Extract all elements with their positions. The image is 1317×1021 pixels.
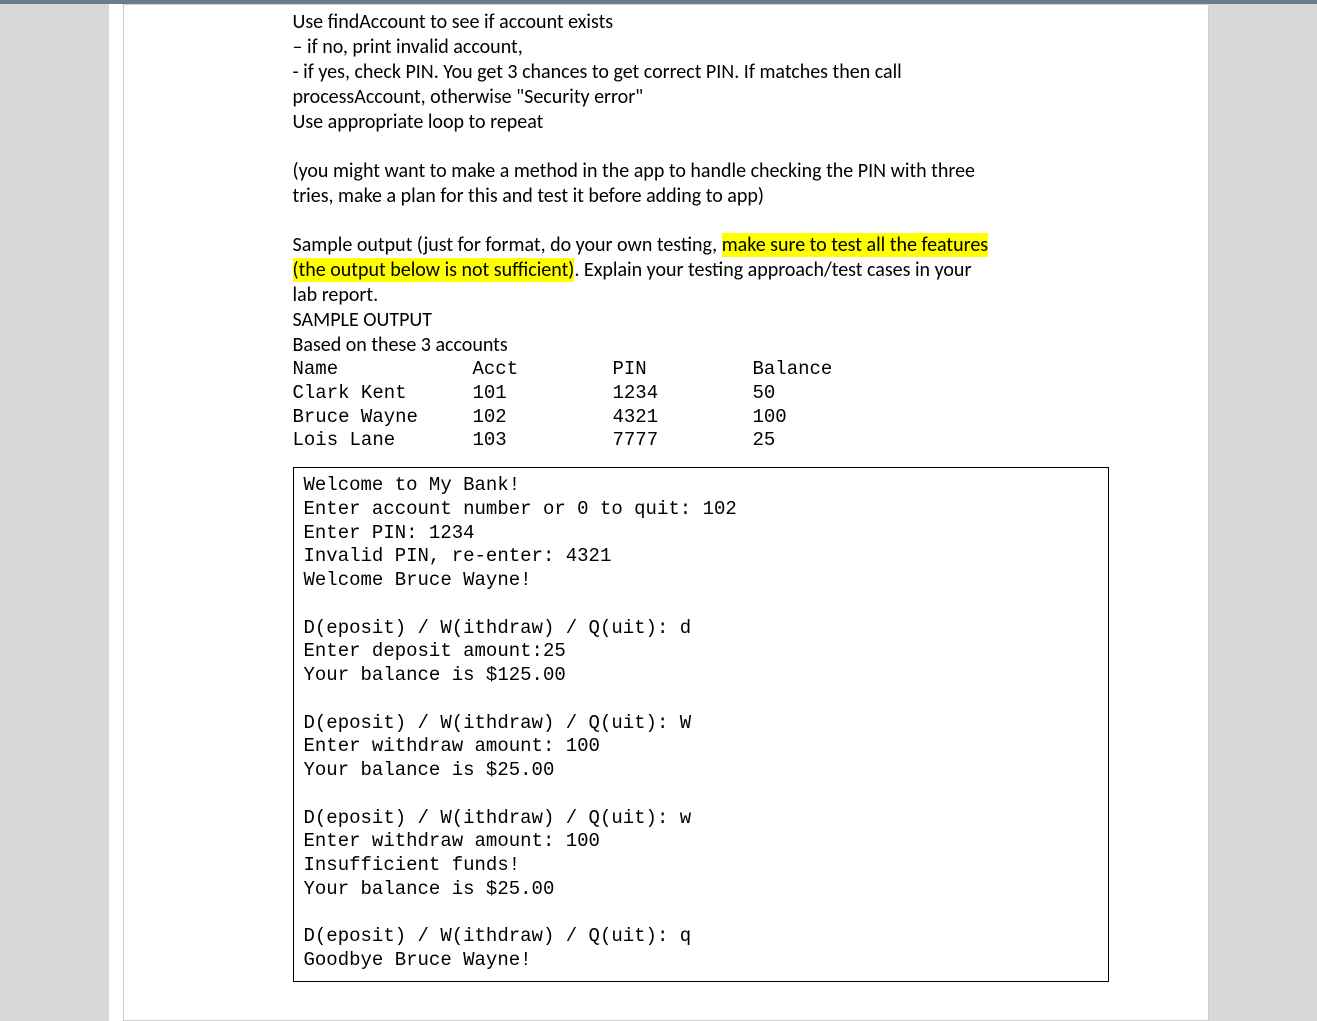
cell-acct: 101	[473, 382, 613, 406]
text-run: . Explain your testing approach/test cas…	[574, 258, 971, 282]
instruction-line: Use appropriate loop to repeat	[293, 110, 1109, 135]
instruction-line: processAccount, otherwise "Security erro…	[293, 85, 1109, 110]
account-row: Bruce Wayne 102 4321 100	[293, 406, 1109, 430]
cell-pin: 7777	[613, 429, 753, 453]
sample-output-heading: SAMPLE OUTPUT	[293, 308, 1109, 333]
highlighted-text: (the output below is not sufficient)	[293, 258, 575, 282]
accounts-intro: Based on these 3 accounts	[293, 333, 1109, 358]
account-row: Lois Lane 103 7777 25	[293, 429, 1109, 453]
cell-balance: 100	[753, 406, 1109, 430]
instruction-line: – if no, print invalid account,	[293, 35, 1109, 60]
accounts-header-row: Name Acct PIN Balance	[293, 358, 1109, 382]
cell-pin: 4321	[613, 406, 753, 430]
cell-balance: 50	[753, 382, 1109, 406]
instruction-line: lab report.	[293, 283, 1109, 308]
cell-pin: 1234	[613, 382, 753, 406]
instruction-line: - if yes, check PIN. You get 3 chances t…	[293, 60, 1109, 85]
cell-acct: 103	[473, 429, 613, 453]
instruction-line: (the output below is not sufficient). Ex…	[293, 258, 1109, 283]
col-acct: Acct	[473, 358, 613, 382]
document-page: Use findAccount to see if account exists…	[123, 4, 1209, 1021]
instruction-line: (you might want to make a method in the …	[293, 159, 1109, 184]
col-balance: Balance	[753, 358, 1109, 382]
text-run: Sample output (just for format, do your …	[293, 233, 722, 257]
cell-balance: 25	[753, 429, 1109, 453]
highlighted-text: make sure to test all the features	[722, 233, 988, 257]
cell-name: Clark Kent	[293, 382, 473, 406]
instruction-line: Use findAccount to see if account exists	[293, 10, 1109, 35]
cell-acct: 102	[473, 406, 613, 430]
sample-output-box: Welcome to My Bank! Enter account number…	[293, 467, 1109, 982]
cell-name: Lois Lane	[293, 429, 473, 453]
col-pin: PIN	[613, 358, 753, 382]
instruction-line: Sample output (just for format, do your …	[293, 233, 1109, 258]
instruction-line: tries, make a plan for this and test it …	[293, 184, 1109, 209]
account-row: Clark Kent 101 1234 50	[293, 382, 1109, 406]
col-name: Name	[293, 358, 473, 382]
page-left-gutter	[109, 4, 124, 1021]
cell-name: Bruce Wayne	[293, 406, 473, 430]
